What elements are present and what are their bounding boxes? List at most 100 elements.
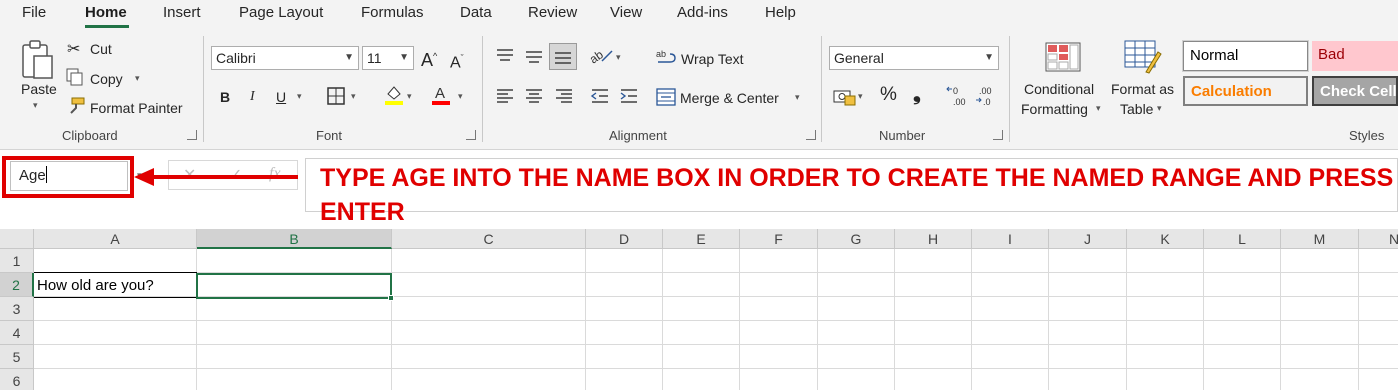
copy-button[interactable]: Copy bbox=[90, 71, 123, 87]
accounting-format-icon[interactable] bbox=[833, 88, 857, 111]
percent-style-button[interactable]: % bbox=[880, 85, 897, 104]
merge-center-button[interactable]: Merge & Center bbox=[680, 90, 779, 106]
row-header-5[interactable]: 5 bbox=[0, 345, 34, 369]
column-header-g[interactable]: G bbox=[818, 229, 895, 249]
active-cell-b2[interactable] bbox=[196, 273, 392, 299]
font-launcher-icon[interactable] bbox=[466, 130, 476, 140]
conditional-formatting-line2[interactable]: Formatting bbox=[1021, 101, 1088, 117]
borders-icon[interactable] bbox=[327, 87, 345, 110]
style-bad[interactable]: Bad bbox=[1312, 41, 1398, 71]
column-header-i[interactable]: I bbox=[972, 229, 1049, 249]
orientation-icon[interactable]: ab bbox=[587, 45, 614, 70]
column-header-n[interactable]: N bbox=[1359, 229, 1398, 249]
accounting-dropdown-icon[interactable]: ▾ bbox=[858, 91, 863, 102]
wrap-text-icon[interactable]: ab bbox=[656, 48, 678, 71]
column-header-c[interactable]: C bbox=[392, 229, 586, 249]
column-header-h[interactable]: H bbox=[895, 229, 972, 249]
italic-button[interactable]: I bbox=[250, 89, 255, 105]
row-header-3[interactable]: 3 bbox=[0, 297, 34, 321]
increase-decimal-icon[interactable]: 0.00 bbox=[946, 84, 970, 113]
style-check-cell[interactable]: Check Cell bbox=[1312, 76, 1398, 106]
decrease-decimal-icon[interactable]: .00.0 bbox=[975, 84, 999, 113]
tab-help[interactable]: Help bbox=[765, 4, 796, 22]
column-header-a[interactable]: A bbox=[34, 229, 197, 249]
tab-data[interactable]: Data bbox=[460, 4, 492, 22]
paste-icon[interactable] bbox=[20, 40, 56, 87]
styles-group-label: Styles bbox=[1349, 128, 1385, 143]
font-name-select[interactable]: Calibri ▼ bbox=[211, 46, 359, 70]
cell-a2[interactable]: How old are you? bbox=[37, 274, 154, 298]
clipboard-launcher-icon[interactable] bbox=[187, 130, 197, 140]
svg-text:.00: .00 bbox=[953, 97, 966, 107]
format-as-table-line2[interactable]: Table bbox=[1120, 101, 1153, 117]
font-size-select[interactable]: 11 ▼ bbox=[362, 46, 414, 70]
tab-file[interactable]: File bbox=[22, 4, 46, 22]
align-middle-icon[interactable] bbox=[524, 48, 544, 69]
comma-style-button[interactable]: ❟ bbox=[913, 84, 921, 104]
increase-indent-icon[interactable] bbox=[619, 88, 639, 109]
tab-page-layout[interactable]: Page Layout bbox=[239, 4, 323, 22]
row-header-6[interactable]: 6 bbox=[0, 369, 34, 390]
font-color-icon[interactable]: A bbox=[431, 84, 451, 111]
column-header-f[interactable]: F bbox=[740, 229, 818, 249]
tab-formulas[interactable]: Formulas bbox=[361, 4, 424, 22]
borders-dropdown-icon[interactable]: ▾ bbox=[351, 91, 356, 102]
cut-button[interactable]: Cut bbox=[90, 41, 112, 57]
format-as-table-icon[interactable] bbox=[1124, 40, 1162, 79]
conditional-formatting-line1[interactable]: Conditional bbox=[1024, 81, 1094, 97]
format-as-table-dropdown-icon[interactable]: ▾ bbox=[1157, 103, 1162, 114]
font-color-dropdown-icon[interactable]: ▾ bbox=[458, 91, 463, 102]
align-top-icon[interactable] bbox=[495, 48, 515, 69]
row-header-1[interactable]: 1 bbox=[0, 249, 34, 273]
number-launcher-icon[interactable] bbox=[993, 130, 1003, 140]
column-header-l[interactable]: L bbox=[1204, 229, 1281, 249]
style-normal[interactable]: Normal bbox=[1182, 40, 1309, 72]
row-header-4[interactable]: 4 bbox=[0, 321, 34, 345]
column-header-d[interactable]: D bbox=[586, 229, 663, 249]
underline-dropdown-icon[interactable]: ▾ bbox=[297, 91, 302, 102]
row-header-2[interactable]: 2 bbox=[0, 273, 34, 297]
conditional-formatting-icon[interactable] bbox=[1045, 42, 1081, 77]
select-all-button[interactable] bbox=[0, 229, 34, 249]
style-calculation[interactable]: Calculation bbox=[1183, 76, 1308, 106]
wrap-text-button[interactable]: Wrap Text bbox=[681, 51, 744, 67]
paste-dropdown-icon[interactable]: ▾ bbox=[33, 100, 38, 111]
tab-insert[interactable]: Insert bbox=[163, 4, 201, 22]
underline-button[interactable]: U bbox=[276, 89, 286, 105]
fill-color-icon[interactable] bbox=[384, 84, 404, 111]
paste-label[interactable]: Paste bbox=[21, 81, 57, 97]
copy-dropdown-icon[interactable]: ▾ bbox=[135, 73, 140, 84]
tab-view[interactable]: View bbox=[610, 4, 642, 22]
conditional-formatting-dropdown-icon[interactable]: ▾ bbox=[1096, 103, 1101, 114]
cut-icon[interactable]: ✂ bbox=[67, 39, 80, 59]
fill-handle[interactable] bbox=[388, 295, 394, 301]
align-center-icon[interactable] bbox=[524, 88, 544, 109]
decrease-font-size-icon[interactable]: Aˇ bbox=[450, 50, 464, 71]
format-as-table-line1[interactable]: Format as bbox=[1111, 81, 1174, 97]
format-painter-icon[interactable] bbox=[66, 97, 86, 120]
number-format-select[interactable]: General ▼ bbox=[829, 46, 999, 70]
increase-font-size-icon[interactable]: A^ bbox=[421, 48, 437, 69]
tab-add-ins[interactable]: Add-ins bbox=[677, 4, 728, 22]
tab-review[interactable]: Review bbox=[528, 4, 577, 22]
merge-dropdown-icon[interactable]: ▾ bbox=[795, 92, 800, 103]
fill-color-dropdown-icon[interactable]: ▾ bbox=[407, 91, 412, 102]
spreadsheet-grid[interactable]: A B C D E F G H I J K L M N 1 2 3 4 5 6 … bbox=[0, 229, 1398, 390]
align-left-icon[interactable] bbox=[495, 88, 515, 109]
orientation-dropdown-icon[interactable]: ▾ bbox=[616, 52, 621, 63]
column-header-k[interactable]: K bbox=[1127, 229, 1204, 249]
alignment-launcher-icon[interactable] bbox=[806, 130, 816, 140]
merge-center-icon[interactable] bbox=[656, 88, 676, 111]
name-box[interactable]: Age bbox=[10, 161, 128, 191]
copy-icon[interactable] bbox=[66, 68, 84, 91]
column-header-m[interactable]: M bbox=[1281, 229, 1359, 249]
column-header-e[interactable]: E bbox=[663, 229, 740, 249]
decrease-indent-icon[interactable] bbox=[590, 88, 610, 109]
bold-button[interactable]: B bbox=[220, 89, 230, 105]
column-header-j[interactable]: J bbox=[1049, 229, 1127, 249]
format-painter-button[interactable]: Format Painter bbox=[90, 100, 183, 116]
tab-home[interactable]: Home bbox=[85, 4, 127, 22]
column-header-b[interactable]: B bbox=[197, 229, 392, 249]
align-right-icon[interactable] bbox=[554, 88, 574, 109]
align-bottom-button[interactable] bbox=[549, 43, 577, 70]
